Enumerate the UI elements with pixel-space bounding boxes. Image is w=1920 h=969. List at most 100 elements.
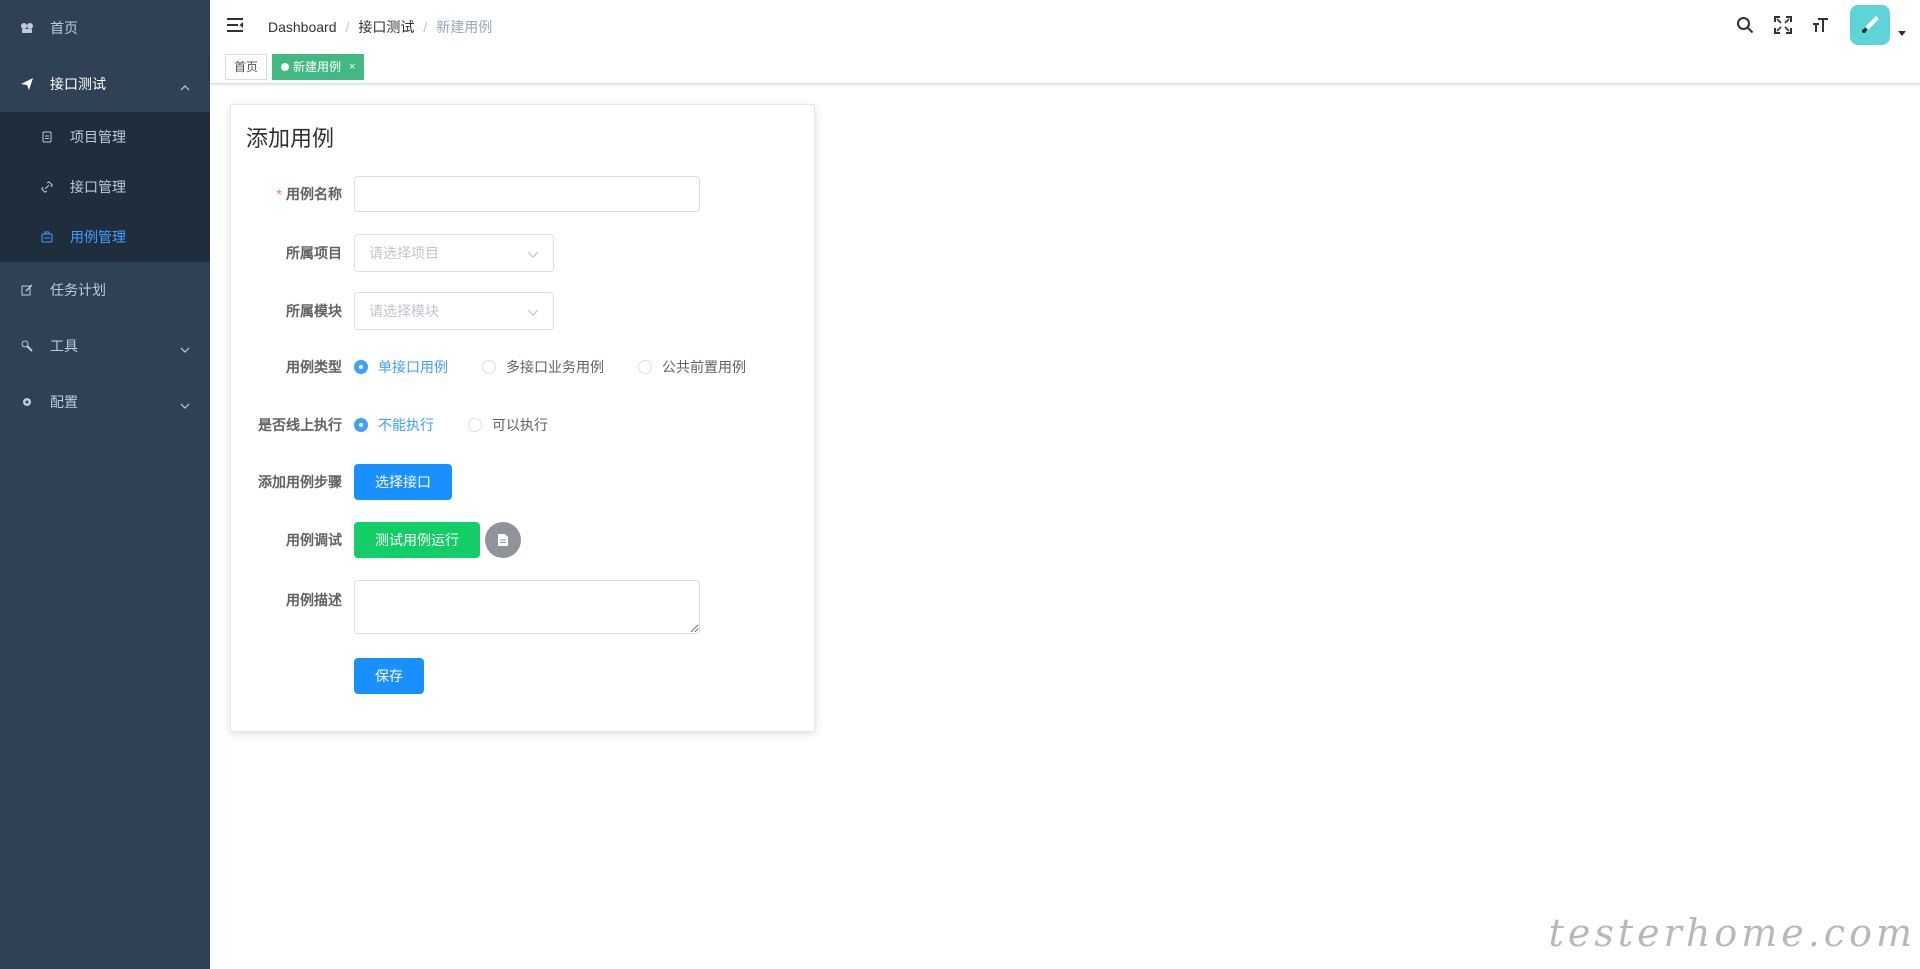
- radio-public-pre-case[interactable]: 公共前置用例: [638, 357, 746, 377]
- project-select[interactable]: 请选择项目: [354, 234, 554, 272]
- right-menu: [1726, 0, 1920, 50]
- radio-circle: [482, 360, 496, 374]
- radio-circle: [354, 418, 368, 432]
- radio-circle: [638, 360, 652, 374]
- breadcrumb-item[interactable]: Dashboard: [268, 19, 337, 35]
- sidebar-item-label: 接口测试: [50, 76, 106, 92]
- radio-cannot-execute[interactable]: 不能执行: [354, 415, 434, 435]
- tag-new-case[interactable]: 新建用例 ×: [272, 53, 365, 80]
- watermark: testerhome.com: [1548, 911, 1916, 955]
- form-label: * 用例名称: [231, 184, 354, 204]
- wrench-icon: [20, 339, 34, 353]
- tag-label: 新建用例: [293, 59, 342, 74]
- breadcrumb-separator: /: [345, 19, 350, 35]
- sidebar-item-label: 任务计划: [50, 282, 106, 298]
- breadcrumb-item[interactable]: 接口测试: [358, 17, 414, 37]
- page-title: 添加用例: [246, 126, 335, 151]
- form-row-debug: 用例调试 测试用例运行: [231, 522, 816, 558]
- radio-circle: [354, 360, 368, 374]
- sidebar-item-interface[interactable]: 接口管理: [0, 162, 210, 212]
- link-icon: [40, 180, 54, 194]
- sidebar-item-label: 接口管理: [70, 179, 126, 195]
- form-row-name: * 用例名称: [231, 176, 816, 212]
- main-area: Dashboard / 接口测试 / 新建用例 首页 新建用例 × 添加用例 *…: [210, 0, 1920, 969]
- close-icon[interactable]: ×: [349, 55, 355, 79]
- add-case-card: 添加用例 * 用例名称 所属项目 请选择项目 所属模块 请选择模块 用例类型 单接…: [230, 104, 815, 732]
- sidebar-item-label: 用例管理: [70, 229, 126, 245]
- case-name-input[interactable]: [354, 176, 700, 212]
- font-size-icon[interactable]: [1802, 0, 1840, 50]
- avatar[interactable]: [1850, 5, 1890, 45]
- save-button[interactable]: 保存: [354, 658, 424, 694]
- form-label: 用例类型: [286, 359, 342, 375]
- dashboard-icon: [20, 21, 34, 35]
- form-row-save: 保存: [231, 658, 816, 694]
- sidebar-item-project[interactable]: 项目管理: [0, 112, 210, 162]
- active-dot-icon: [281, 62, 290, 71]
- select-placeholder: 请选择项目: [369, 245, 439, 261]
- caret-down-icon: [1898, 23, 1906, 41]
- breadcrumb: Dashboard / 接口测试 / 新建用例: [268, 17, 492, 37]
- fullscreen-icon[interactable]: [1764, 0, 1802, 50]
- sidebar-item-label: 项目管理: [70, 129, 126, 145]
- form-row-desc: 用例描述: [231, 580, 816, 634]
- tag-label: 首页: [234, 59, 259, 74]
- tags-view: 首页 新建用例 ×: [210, 50, 1920, 84]
- sidebar-submenu: 项目管理 接口管理 用例管理: [0, 112, 210, 262]
- form-row-module: 所属模块 请选择模块: [231, 292, 816, 330]
- gear-icon: [20, 395, 34, 409]
- edit-icon: [20, 283, 34, 297]
- case-description-textarea[interactable]: [354, 580, 700, 634]
- chevron-down-icon: [180, 396, 190, 412]
- module-select[interactable]: 请选择模块: [354, 292, 554, 330]
- tag-home[interactable]: 首页: [225, 53, 268, 80]
- chevron-down-icon: [180, 340, 190, 356]
- radio-multi-api-case[interactable]: 多接口业务用例: [482, 357, 604, 377]
- hamburger-icon[interactable]: [226, 16, 244, 34]
- form-label: 所属项目: [286, 245, 342, 261]
- name-label: 用例名称: [286, 186, 342, 202]
- form-row-type: 用例类型 单接口用例 多接口业务用例 公共前置用例: [231, 357, 816, 377]
- form-row-steps: 添加用例步骤 选择接口: [231, 464, 816, 500]
- sidebar-item-home[interactable]: 首页: [0, 0, 210, 56]
- radio-label: 不能执行: [378, 417, 434, 433]
- select-placeholder: 请选择模块: [369, 303, 439, 319]
- sidebar-item-case[interactable]: 用例管理: [0, 212, 210, 262]
- breadcrumb-separator: /: [423, 19, 428, 35]
- search-icon[interactable]: [1726, 0, 1764, 50]
- sidebar-item-tools[interactable]: 工具: [0, 318, 210, 374]
- sidebar: 首页 接口测试 项目管理 接口管理 用例管理 任务计划 工具 配置: [0, 0, 210, 969]
- radio-label: 公共前置用例: [662, 359, 746, 375]
- radio-can-execute[interactable]: 可以执行: [468, 415, 548, 435]
- radio-label: 单接口用例: [378, 359, 448, 375]
- case-icon: [40, 230, 54, 244]
- form-row-project: 所属项目 请选择项目: [231, 234, 816, 272]
- user-avatar-dropdown[interactable]: [1850, 5, 1906, 45]
- chevron-down-icon: [527, 303, 539, 319]
- sidebar-item-task[interactable]: 任务计划: [0, 262, 210, 318]
- clipboard-icon: [40, 130, 54, 144]
- required-asterisk: *: [276, 186, 282, 202]
- form-label: 是否线上执行: [258, 417, 342, 433]
- radio-single-api-case[interactable]: 单接口用例: [354, 357, 448, 377]
- form-label: 添加用例步骤: [258, 474, 342, 490]
- sidebar-item-label: 配置: [50, 394, 78, 410]
- breadcrumb-item: 新建用例: [436, 19, 493, 35]
- form-label: 所属模块: [286, 303, 342, 319]
- radio-circle: [468, 418, 482, 432]
- sidebar-item-label: 首页: [50, 20, 78, 36]
- run-test-button[interactable]: 测试用例运行: [354, 522, 480, 558]
- select-api-button[interactable]: 选择接口: [354, 464, 452, 500]
- sidebar-item-label: 工具: [50, 338, 78, 354]
- form-row-online: 是否线上执行 不能执行 可以执行: [231, 415, 816, 435]
- radio-label: 多接口业务用例: [506, 359, 604, 375]
- sidebar-item-config[interactable]: 配置: [0, 374, 210, 430]
- navbar: Dashboard / 接口测试 / 新建用例: [210, 0, 1920, 50]
- chevron-up-icon: [180, 78, 190, 94]
- form-label: 用例描述: [286, 592, 342, 608]
- chevron-down-icon: [527, 245, 539, 261]
- document-icon[interactable]: [485, 522, 521, 558]
- paper-plane-icon: [20, 77, 34, 91]
- radio-label: 可以执行: [492, 417, 548, 433]
- sidebar-item-api-test[interactable]: 接口测试: [0, 56, 210, 112]
